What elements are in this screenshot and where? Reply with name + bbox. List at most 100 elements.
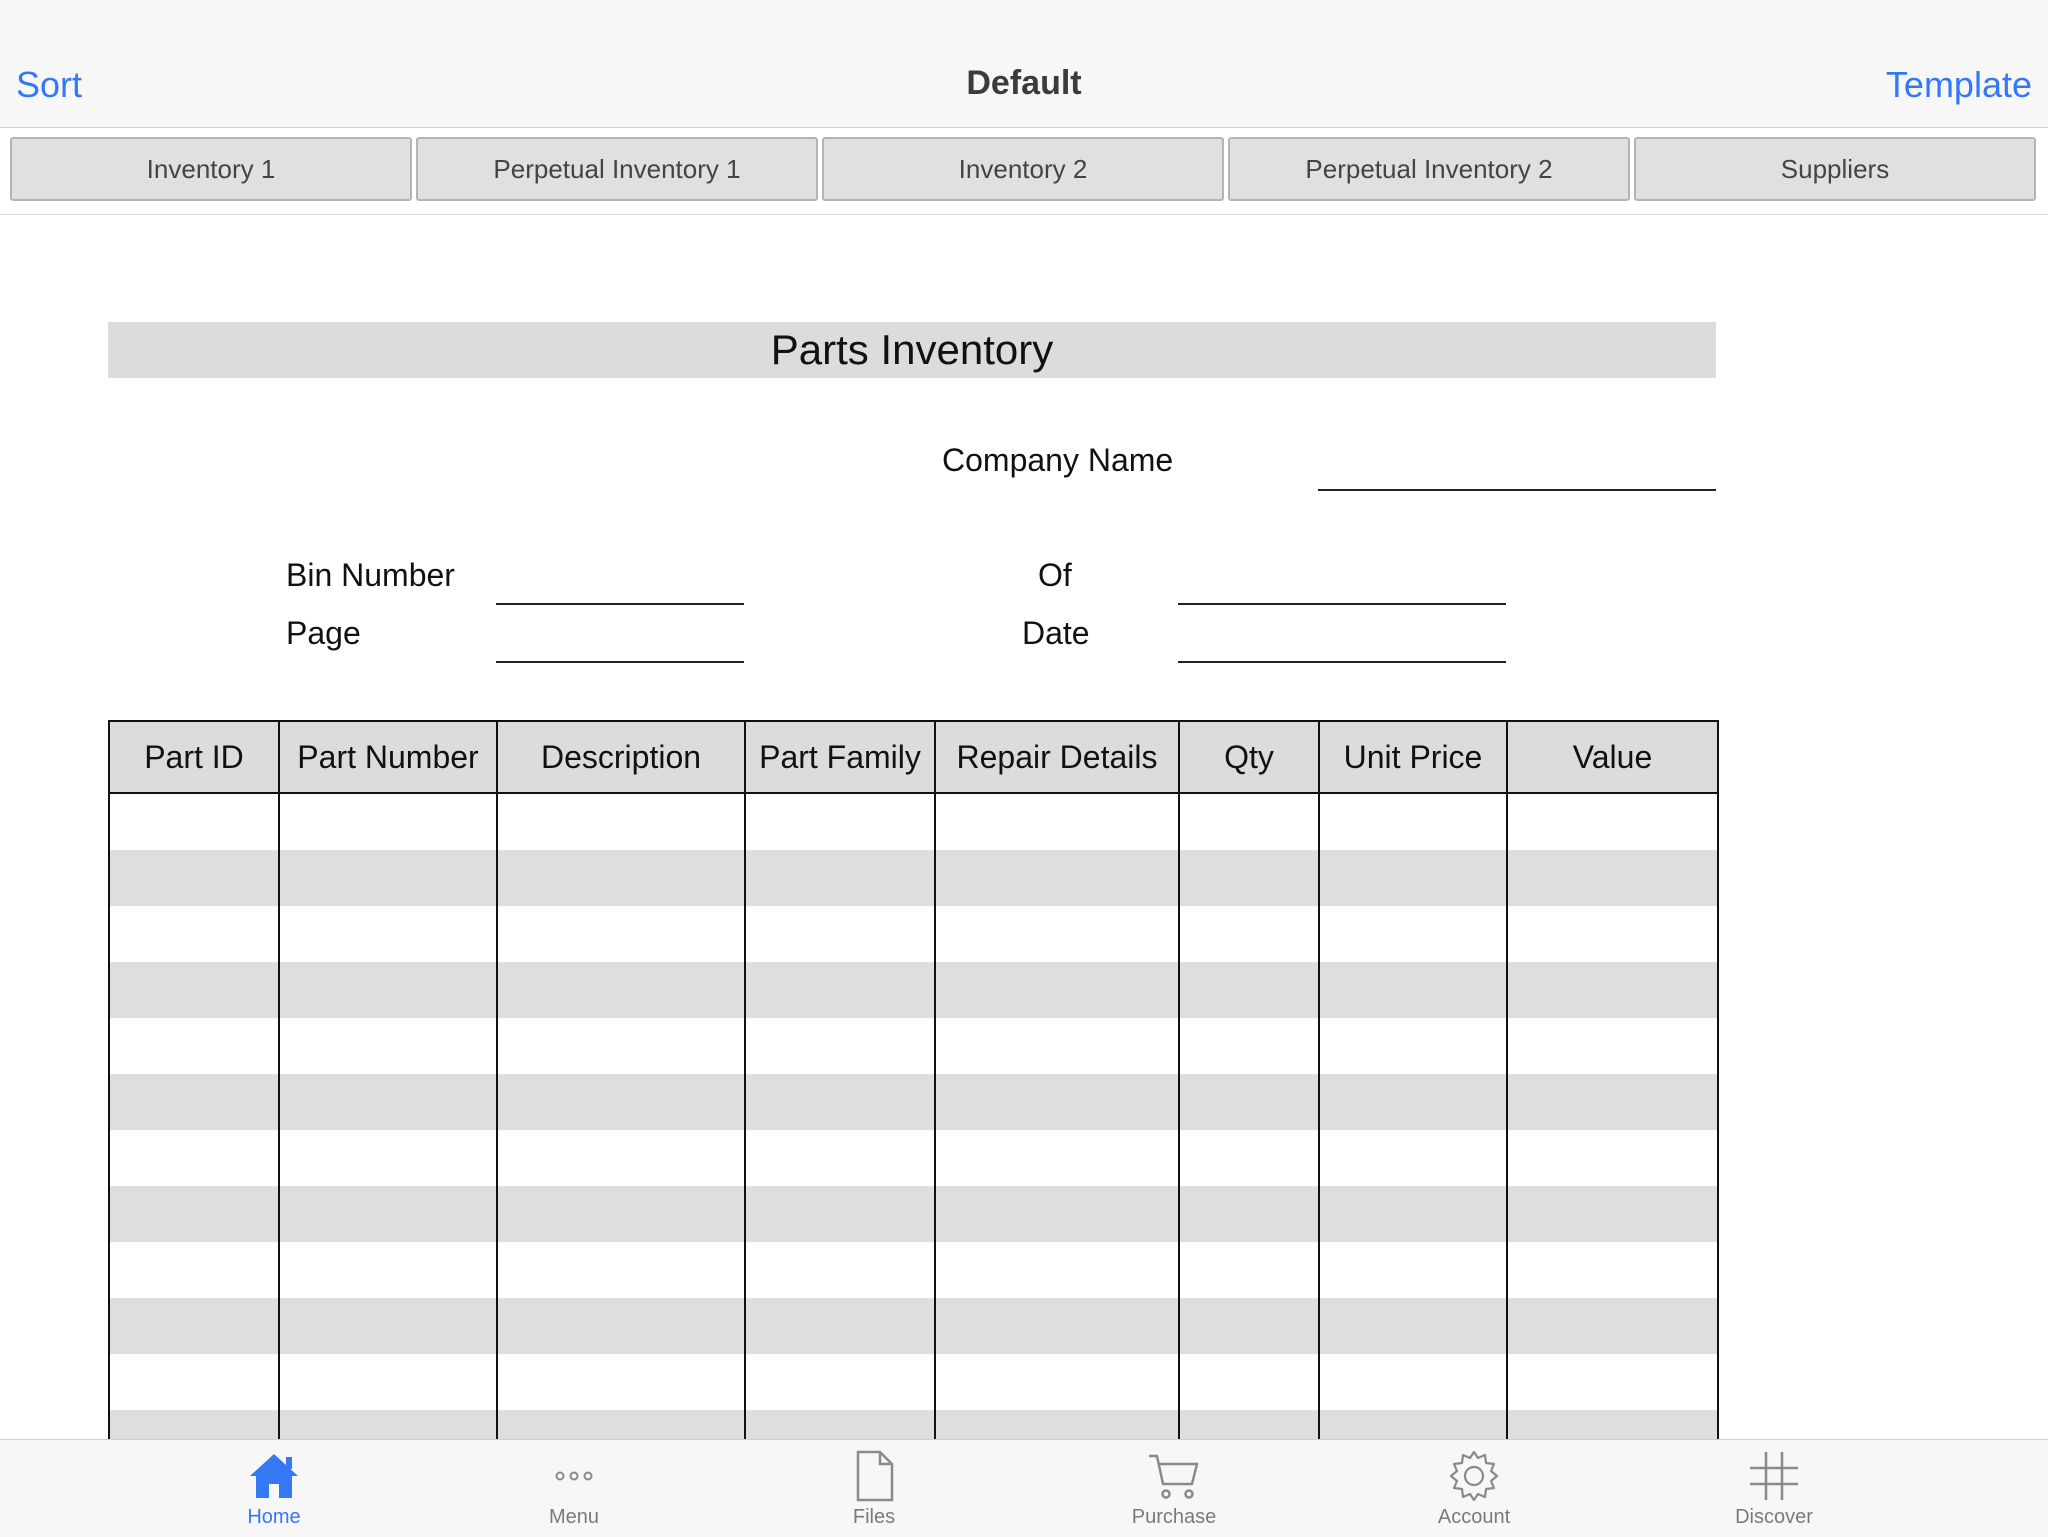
table-cell[interactable] (934, 1410, 1180, 1439)
table-cell[interactable] (278, 1074, 498, 1130)
table-cell[interactable] (108, 1354, 280, 1410)
company-name-field[interactable] (1318, 489, 1716, 491)
table-cell[interactable] (1506, 1186, 1719, 1242)
table-cell[interactable] (496, 1074, 746, 1130)
tab-perpetual-inventory-2[interactable]: Perpetual Inventory 2 (1228, 137, 1630, 201)
page-field[interactable] (496, 661, 744, 663)
table-cell[interactable] (1506, 962, 1719, 1018)
table-cell[interactable] (496, 793, 746, 850)
table-cell[interactable] (108, 1298, 280, 1354)
table-cell[interactable] (496, 1354, 746, 1410)
column-header-value[interactable]: Value (1506, 720, 1719, 794)
table-cell[interactable] (108, 962, 280, 1018)
bin-number-field[interactable] (496, 603, 744, 605)
table-cell[interactable] (278, 1354, 498, 1410)
table-cell[interactable] (934, 850, 1180, 906)
column-header-part-family[interactable]: Part Family (744, 720, 936, 794)
table-cell[interactable] (1178, 1130, 1320, 1186)
of-field[interactable] (1178, 603, 1506, 605)
table-cell[interactable] (496, 1242, 746, 1298)
table-cell[interactable] (1318, 962, 1508, 1018)
table-cell[interactable] (278, 793, 498, 850)
column-header-qty[interactable]: Qty (1178, 720, 1320, 794)
table-cell[interactable] (496, 906, 746, 962)
table-cell[interactable] (1178, 962, 1320, 1018)
table-cell[interactable] (496, 1130, 746, 1186)
table-cell[interactable] (934, 1018, 1180, 1074)
tab-perpetual-inventory-1[interactable]: Perpetual Inventory 1 (416, 137, 818, 201)
table-cell[interactable] (934, 793, 1180, 850)
table-cell[interactable] (108, 1186, 280, 1242)
table-cell[interactable] (278, 906, 498, 962)
tab-suppliers[interactable]: Suppliers (1634, 137, 2036, 201)
table-cell[interactable] (1178, 793, 1320, 850)
table-cell[interactable] (1506, 1410, 1719, 1439)
tabbar-account[interactable]: Account (1394, 1448, 1554, 1534)
table-cell[interactable] (744, 1242, 936, 1298)
tab-inventory-1[interactable]: Inventory 1 (10, 137, 412, 201)
table-cell[interactable] (1318, 1354, 1508, 1410)
table-cell[interactable] (1178, 1354, 1320, 1410)
table-cell[interactable] (108, 1074, 280, 1130)
table-cell[interactable] (496, 1298, 746, 1354)
table-cell[interactable] (1506, 1074, 1719, 1130)
table-cell[interactable] (744, 962, 936, 1018)
table-cell[interactable] (1178, 1298, 1320, 1354)
table-cell[interactable] (744, 1186, 936, 1242)
table-cell[interactable] (1506, 906, 1719, 962)
table-cell[interactable] (744, 1298, 936, 1354)
table-cell[interactable] (108, 906, 280, 962)
template-button[interactable]: Template (1886, 64, 2032, 106)
table-cell[interactable] (1318, 1410, 1508, 1439)
table-cell[interactable] (744, 1074, 936, 1130)
tabbar-files[interactable]: Files (794, 1448, 954, 1534)
tabbar-home[interactable]: Home (194, 1448, 354, 1534)
table-cell[interactable] (934, 1186, 1180, 1242)
table-cell[interactable] (1506, 1354, 1719, 1410)
table-cell[interactable] (1318, 1242, 1508, 1298)
table-cell[interactable] (1318, 850, 1508, 906)
table-cell[interactable] (108, 850, 280, 906)
tab-inventory-2[interactable]: Inventory 2 (822, 137, 1224, 201)
table-cell[interactable] (934, 906, 1180, 962)
table-cell[interactable] (1178, 1018, 1320, 1074)
table-cell[interactable] (1506, 793, 1719, 850)
table-cell[interactable] (934, 1242, 1180, 1298)
tabbar-menu[interactable]: Menu (494, 1448, 654, 1534)
table-cell[interactable] (278, 1018, 498, 1074)
table-cell[interactable] (744, 1354, 936, 1410)
table-cell[interactable] (278, 1186, 498, 1242)
table-cell[interactable] (1506, 1018, 1719, 1074)
table-cell[interactable] (1318, 793, 1508, 850)
table-cell[interactable] (1178, 850, 1320, 906)
table-cell[interactable] (1506, 1130, 1719, 1186)
table-cell[interactable] (744, 850, 936, 906)
date-field[interactable] (1178, 661, 1506, 663)
tabbar-discover[interactable]: Discover (1694, 1448, 1854, 1534)
table-cell[interactable] (744, 906, 936, 962)
table-cell[interactable] (108, 1410, 280, 1439)
table-cell[interactable] (934, 1074, 1180, 1130)
table-cell[interactable] (934, 962, 1180, 1018)
table-cell[interactable] (1178, 1186, 1320, 1242)
column-header-part-id[interactable]: Part ID (108, 720, 280, 794)
tabbar-purchase[interactable]: Purchase (1094, 1448, 1254, 1534)
table-cell[interactable] (278, 850, 498, 906)
table-cell[interactable] (1506, 1242, 1719, 1298)
column-header-repair-details[interactable]: Repair Details (934, 720, 1180, 794)
table-cell[interactable] (744, 1018, 936, 1074)
table-cell[interactable] (1178, 906, 1320, 962)
table-cell[interactable] (1178, 1074, 1320, 1130)
table-cell[interactable] (496, 850, 746, 906)
column-header-part-number[interactable]: Part Number (278, 720, 498, 794)
document-sheet[interactable]: Parts Inventory Company Name Bin Number … (0, 215, 2048, 1439)
table-cell[interactable] (1506, 1298, 1719, 1354)
table-cell[interactable] (1178, 1242, 1320, 1298)
column-header-description[interactable]: Description (496, 720, 746, 794)
table-cell[interactable] (278, 1242, 498, 1298)
table-cell[interactable] (934, 1354, 1180, 1410)
table-cell[interactable] (934, 1130, 1180, 1186)
table-cell[interactable] (108, 1018, 280, 1074)
table-cell[interactable] (108, 793, 280, 850)
table-cell[interactable] (1318, 906, 1508, 962)
